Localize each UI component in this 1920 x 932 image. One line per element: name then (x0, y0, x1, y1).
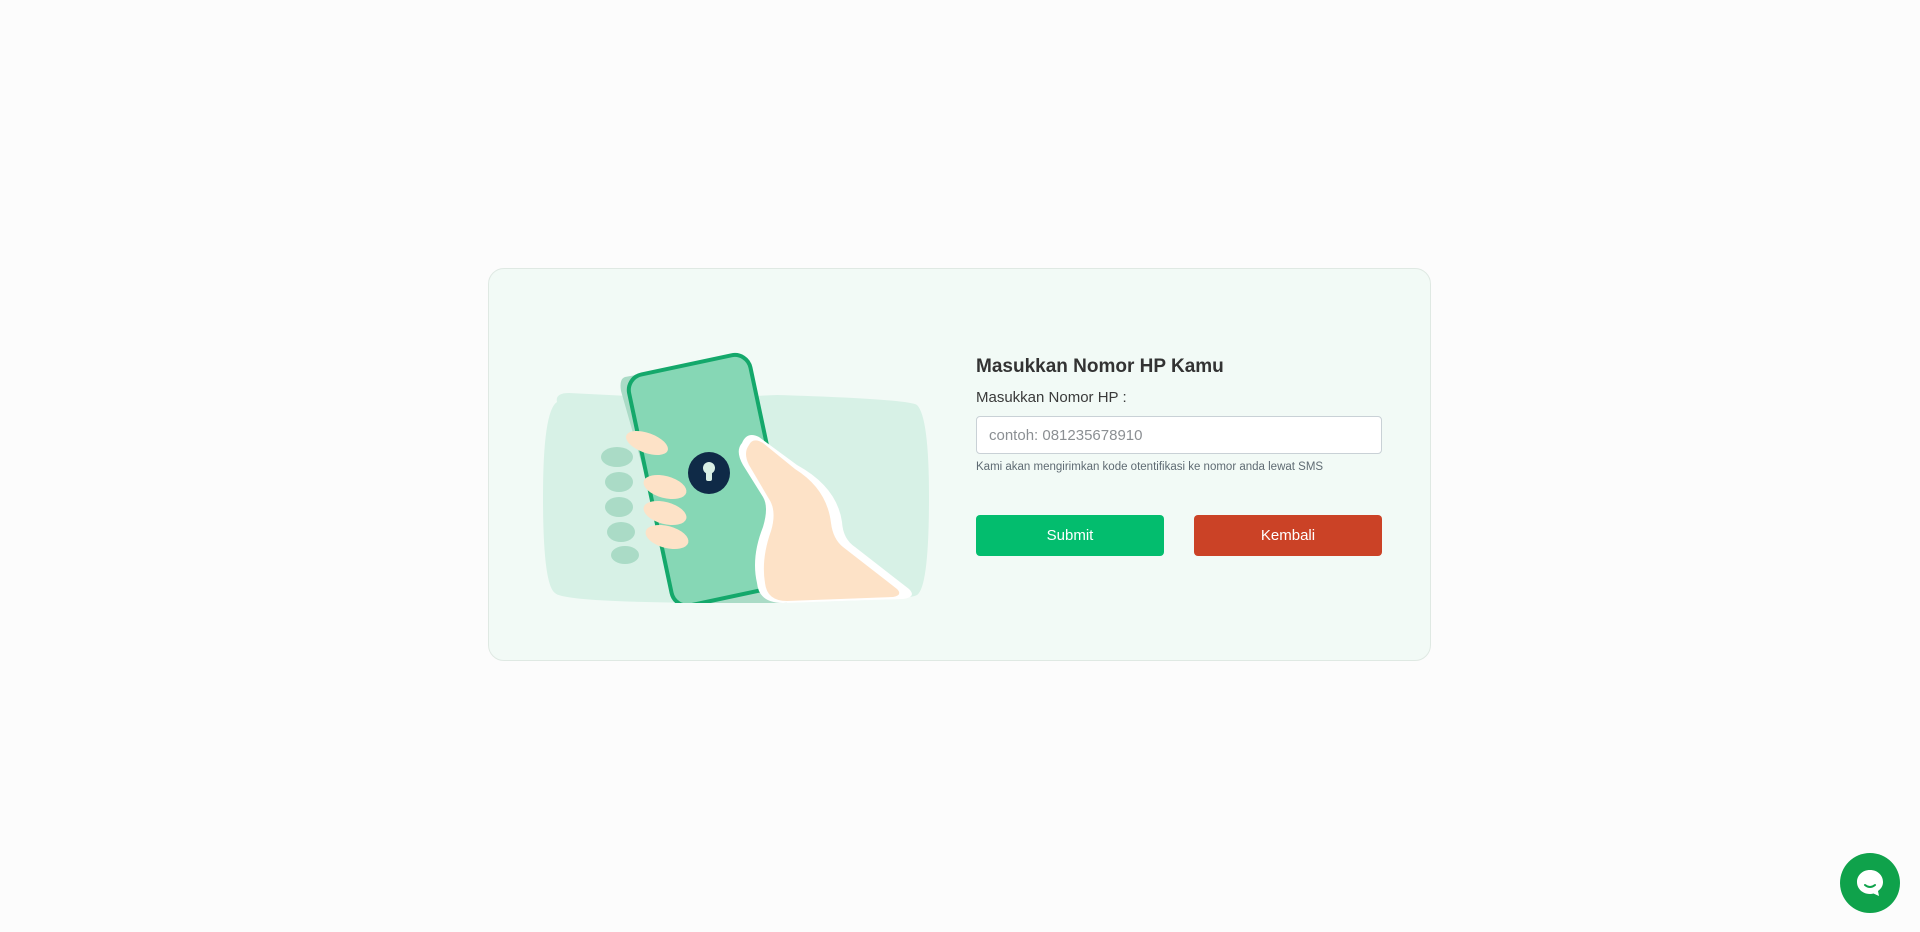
form-title: Masukkan Nomor HP Kamu (976, 356, 1224, 377)
hand-holding-phone-illustration (543, 352, 929, 608)
chat-bubble-icon (1857, 870, 1883, 896)
phone-form: Masukkan Nomor HP Kamu Masukkan Nomor HP… (976, 355, 1382, 556)
sms-hint: Kami akan mengirimkan kode otentifikasi … (976, 461, 1324, 473)
submit-button[interactable]: Submit (976, 515, 1164, 556)
back-button[interactable]: Kembali (1194, 515, 1382, 556)
verification-card: Masukkan Nomor HP Kamu Masukkan Nomor HP… (488, 268, 1431, 661)
form-actions: Submit Kembali (976, 515, 1382, 556)
phone-label: Masukkan Nomor HP : (976, 389, 1127, 406)
phone-input[interactable] (976, 416, 1382, 454)
chat-button[interactable] (1840, 853, 1900, 913)
phone-illustration (537, 347, 937, 608)
